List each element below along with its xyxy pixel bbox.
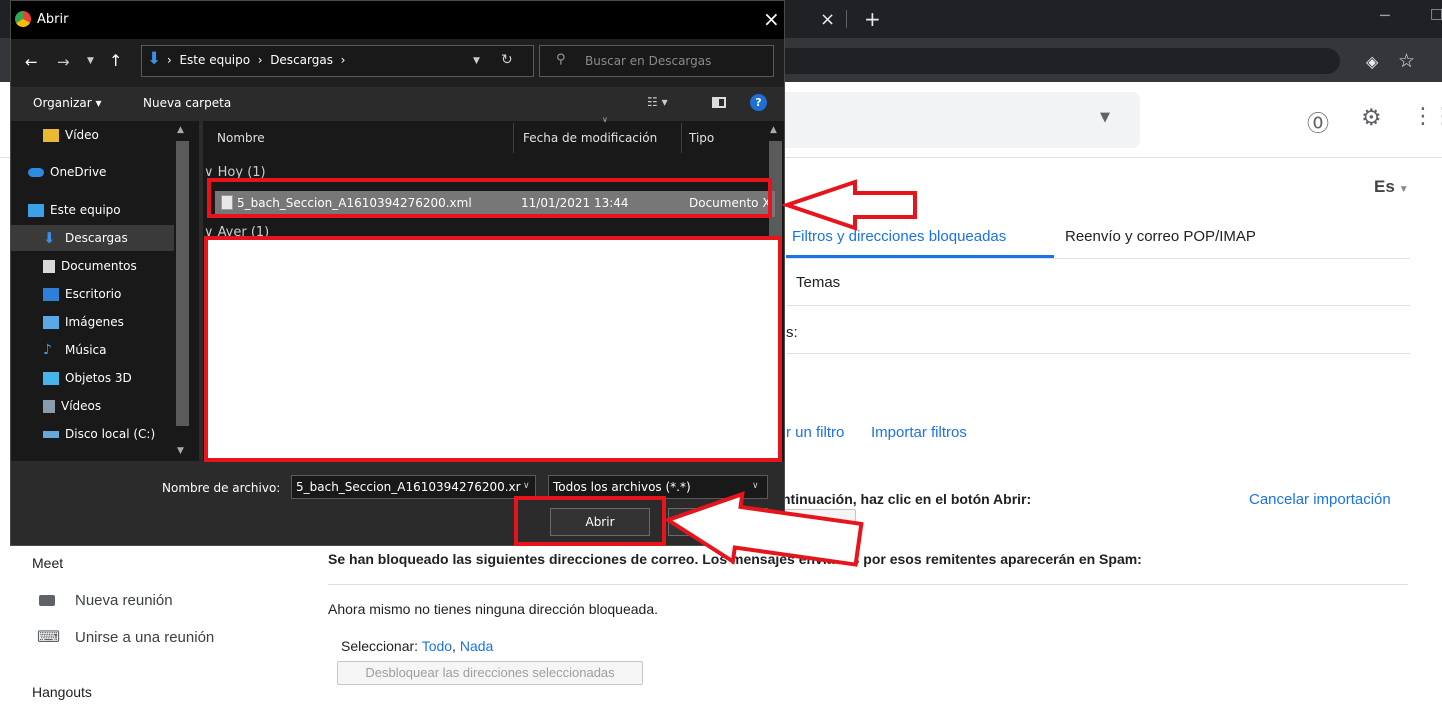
arrow-to-file-icon [780,179,917,231]
annotation-arrows [663,179,917,567]
arrow-to-open-icon [663,491,864,567]
